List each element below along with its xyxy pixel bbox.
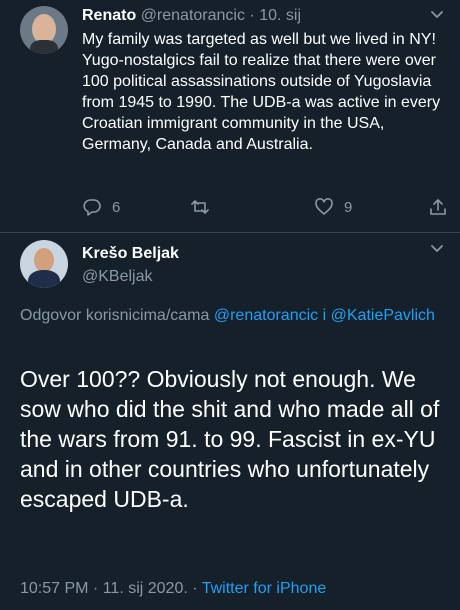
like-count: 9 [344, 198, 353, 216]
avatar-renato[interactable] [20, 6, 68, 54]
tweet-text: My family was targeted as well but we li… [82, 31, 441, 153]
share-button[interactable] [428, 197, 448, 217]
avatar-kbeljak[interactable] [20, 240, 68, 288]
tweet-renato[interactable]: Renato @renatorancic · 10. sij My family… [0, 0, 460, 232]
reply-button[interactable]: 6 [82, 197, 120, 217]
tweet-actions: 6 9 [82, 197, 452, 221]
replying-conjunction: i [322, 307, 327, 324]
tweet-date[interactable]: 10. sij [259, 7, 301, 24]
mention-katiepavlich[interactable]: @KatiePavlich [331, 307, 435, 324]
tweet-header: Renato @renatorancic · 10. sij [82, 6, 301, 26]
tweet-source[interactable]: Twitter for iPhone [202, 580, 327, 597]
tweet-timestamp[interactable]: 10:57 PM · 11. sij 2020. [20, 580, 188, 597]
chevron-down-icon[interactable] [430, 242, 444, 256]
separator-dot: · [249, 7, 255, 24]
mention-renatorancic[interactable]: @renatorancic [214, 307, 318, 324]
reply-icon [83, 199, 101, 216]
replying-prefix: Odgovor korisnicima/cama [20, 307, 210, 324]
retweet-icon [191, 200, 209, 214]
reply-count: 6 [112, 198, 121, 216]
author-handle[interactable]: @KBeljak [82, 268, 153, 286]
author-name[interactable]: Renato [82, 7, 136, 24]
retweet-button[interactable] [190, 197, 210, 217]
replying-to: Odgovor korisnicima/cama @renatorancic i… [20, 305, 450, 327]
heart-icon [315, 198, 333, 215]
chevron-down-icon[interactable] [430, 8, 444, 22]
author-handle[interactable]: @renatorancic [141, 7, 245, 24]
tweet-text: Over 100?? Obviously not enough. We sow … [20, 366, 440, 512]
separator-dot: · [192, 580, 198, 597]
tweet-divider [0, 232, 460, 233]
tweet-meta: 10:57 PM · 11. sij 2020. · Twitter for i… [20, 580, 326, 598]
share-icon [430, 199, 446, 215]
like-button[interactable]: 9 [314, 197, 352, 217]
author-name[interactable]: Krešo Beljak [82, 245, 179, 263]
